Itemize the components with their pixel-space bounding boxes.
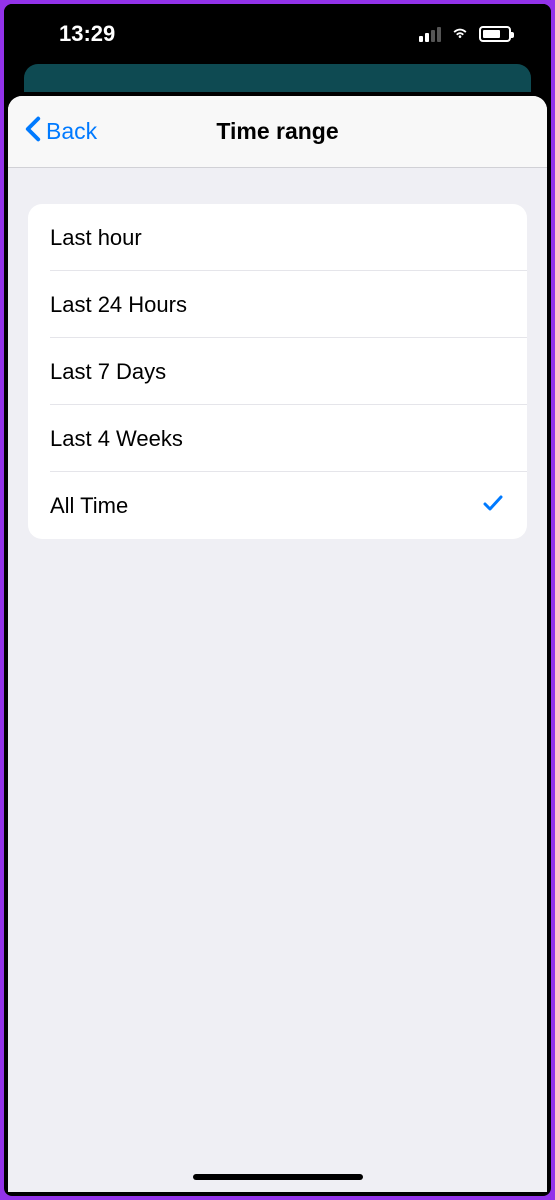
time-range-option[interactable]: Last hour [28, 204, 527, 271]
option-label: Last 4 Weeks [50, 426, 183, 452]
status-time: 13:29 [59, 21, 115, 47]
device-frame: 13:29 Back Time range [4, 4, 551, 1196]
cellular-signal-icon [419, 27, 441, 42]
option-label: Last hour [50, 225, 142, 251]
time-range-option[interactable]: Last 4 Weeks [28, 405, 527, 472]
status-bar: 13:29 [4, 4, 551, 64]
time-range-option[interactable]: Last 24 Hours [28, 271, 527, 338]
option-label: Last 24 Hours [50, 292, 187, 318]
back-label: Back [46, 118, 97, 145]
wifi-icon [449, 21, 471, 48]
time-range-option[interactable]: Last 7 Days [28, 338, 527, 405]
status-icons [419, 21, 511, 48]
back-button[interactable]: Back [18, 112, 103, 152]
home-indicator[interactable] [193, 1174, 363, 1180]
nav-bar: Back Time range [8, 96, 547, 168]
modal-sheet: Back Time range Last hourLast 24 HoursLa… [8, 96, 547, 1192]
content-area: Last hour Last 24 Hours Last 7 Days Last 4 … [8, 168, 547, 575]
time-range-option[interactable]: All Time [28, 472, 527, 539]
checkmark-icon [481, 491, 505, 521]
battery-icon [479, 26, 511, 42]
option-label: All Time [50, 493, 128, 519]
time-range-list: Last hour Last 24 Hours Last 7 Days Last 4 … [28, 204, 527, 539]
option-label: Last 7 Days [50, 359, 166, 385]
background-strip [24, 64, 531, 92]
chevron-left-icon [24, 116, 42, 148]
